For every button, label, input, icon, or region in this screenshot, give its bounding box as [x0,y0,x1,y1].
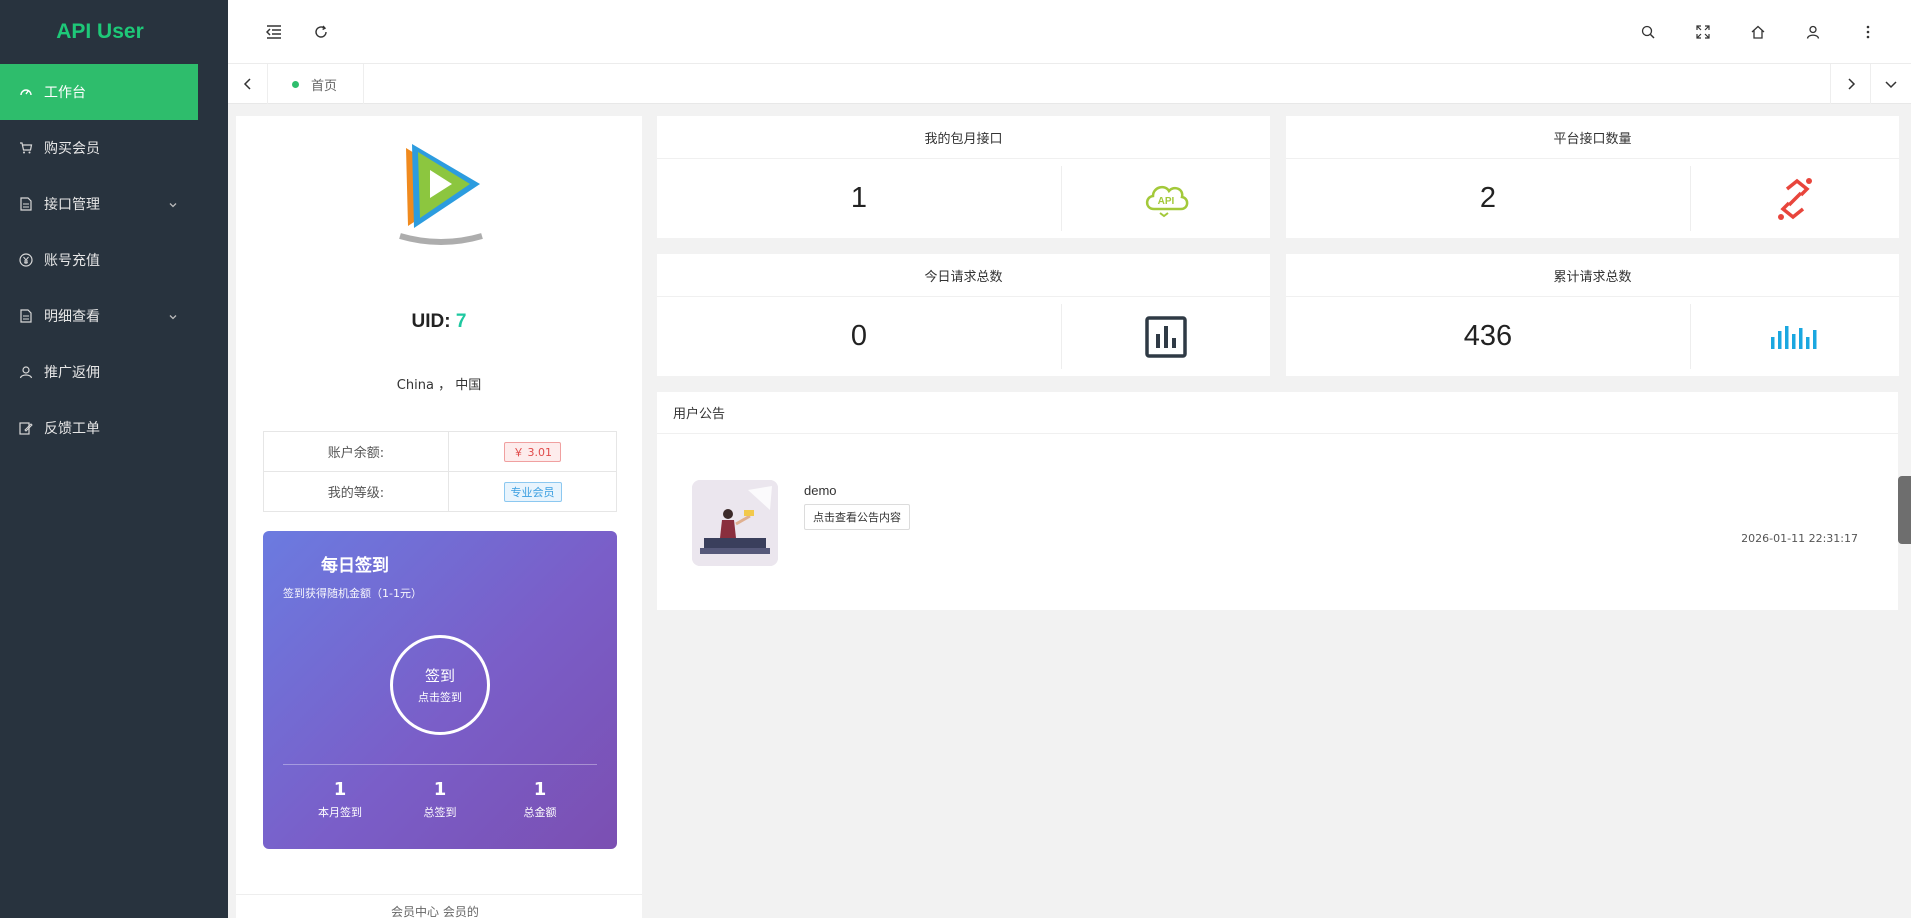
link-icon [1690,166,1899,231]
uid-value: 7 [455,311,467,332]
wave-bars-icon [1690,304,1899,369]
stat-value: 1 [433,779,447,800]
fullscreen-icon[interactable] [1691,20,1715,44]
card-value: 436 [1463,320,1513,352]
card-title: 累计请求总数 [1286,254,1899,297]
table-row: 账户余额: ￥ 3.01 [263,431,617,472]
stat-card-platform-apis: 平台接口数量 2 [1286,116,1899,238]
divider [283,764,597,765]
sidebar-item-label: 账号充值 [44,253,100,269]
sidebar-item-label: 推广返佣 [44,365,100,381]
chevron-down-icon [168,198,178,214]
balance-cell: ￥ 3.01 [448,431,617,472]
tab-label: 首页 [311,78,338,94]
api-cloud-icon: API [1061,166,1270,231]
search-icon[interactable] [1636,20,1660,44]
partial-section-label: 会员中心 会员的 [391,905,479,918]
tab-menu-chevron-down-icon[interactable] [1870,64,1910,104]
sidebar-item-api-management[interactable]: 接口管理 [0,176,198,232]
card-title: 今日请求总数 [657,254,1270,297]
stat-value: 1 [533,779,547,800]
document-icon [18,196,34,212]
profile-card: UID: 7 China ， 中国 账户余额: ￥ 3.01 我的等级: 专业会… [236,116,642,918]
stat-total-amount: 1 总金额 [495,779,585,820]
level-cell: 专业会员 [448,471,617,512]
menu-fold-icon[interactable] [262,20,286,44]
dashboard-icon [18,84,34,100]
user-icon[interactable] [1801,20,1825,44]
stat-card-monthly-apis: 我的包月接口 1 API [657,116,1270,238]
user-location: China ， 中国 [396,378,482,393]
refresh-icon[interactable] [309,20,333,44]
sidebar-item-dashboard[interactable]: 工作台 [0,64,198,120]
stat-label: 总金额 [523,806,557,819]
uid-display: UID: 7 [236,311,642,333]
stat-month-signins: 1 本月签到 [295,779,385,820]
app-logo: API User [56,20,144,43]
uid-label: UID: [411,311,451,332]
balance-label: 账户余额: [263,431,449,472]
signin-button[interactable]: 签到 点击签到 [390,635,490,735]
document-icon [18,308,34,324]
tab-home[interactable]: 首页 [268,64,364,104]
chevron-down-icon [168,310,178,326]
announcement-title: demo [804,483,837,498]
card-value: 1 [850,182,868,214]
stat-label: 总签到 [423,806,457,819]
side-drawer-handle[interactable] [1898,476,1911,544]
card-value: 2 [1479,182,1497,214]
sidebar-item-label: 反馈工单 [44,421,100,437]
tab-scroll-right-icon[interactable] [1830,64,1870,104]
announcement-illustration [692,480,778,566]
svg-text:API: API [1158,196,1175,207]
announcement-panel: 用户公告 demo 点击查看公告内容 2026-01-11 22:31:17 [657,392,1898,610]
view-announcement-button[interactable]: 点击查看公告内容 [804,504,910,530]
sidebar-item-feedback[interactable]: 反馈工单 [0,400,198,456]
sidebar-item-label: 明细查看 [44,309,100,325]
sidebar-item-details[interactable]: 明细查看 [0,288,198,344]
sidebar-item-referral[interactable]: 推广返佣 [0,344,198,400]
avatar [396,140,486,252]
active-dot-icon [292,80,299,88]
level-label: 我的等级: [263,471,449,512]
tab-bar: 首页 [228,64,1911,104]
sidebar-item-buy-membership[interactable]: 购买会员 [0,120,198,176]
home-icon[interactable] [1746,20,1770,44]
signin-title: 每日签到 [321,556,389,576]
stat-value: 1 [333,779,347,800]
signin-button-sublabel: 点击签到 [418,691,462,704]
tab-scroll-left-icon[interactable] [228,64,268,104]
announcement-date: 2026-01-11 22:31:17 [1741,532,1858,545]
divider [236,894,642,895]
top-header [228,0,1911,64]
sidebar: API User 工作台 购买会员 接口管理 账号充值 明细查看 推广返佣 反馈… [0,0,228,918]
signin-button-label: 签到 [424,667,455,685]
stat-card-today-requests: 今日请求总数 0 [657,254,1270,376]
yen-icon [18,252,34,268]
announcement-heading: 用户公告 [657,392,1898,434]
signin-subtitle: 签到获得随机金额（1-1元） [283,587,422,600]
stat-label: 本月签到 [318,806,362,819]
sidebar-item-label: 购买会员 [44,141,100,157]
user-icon [18,364,34,380]
stat-card-total-requests: 累计请求总数 436 [1286,254,1899,376]
bar-chart-icon [1061,304,1270,369]
level-badge: 专业会员 [503,481,562,502]
sidebar-item-label: 工作台 [44,85,86,101]
cart-icon [18,140,34,156]
table-row: 我的等级: 专业会员 [263,471,617,512]
daily-signin-card: 每日签到 签到获得随机金额（1-1元） 签到 点击签到 1 本月签到 1 总签到… [263,531,617,849]
card-value: 0 [850,320,868,352]
card-title: 平台接口数量 [1286,116,1899,159]
balance-badge: ￥ 3.01 [504,441,561,462]
stat-total-signins: 1 总签到 [395,779,485,820]
sidebar-item-label: 接口管理 [44,197,100,213]
more-vertical-icon[interactable] [1856,20,1880,44]
sidebar-item-recharge[interactable]: 账号充值 [0,232,198,288]
card-title: 我的包月接口 [657,116,1270,159]
account-info-table: 账户余额: ￥ 3.01 我的等级: 专业会员 [263,431,617,512]
edit-icon [18,420,34,436]
